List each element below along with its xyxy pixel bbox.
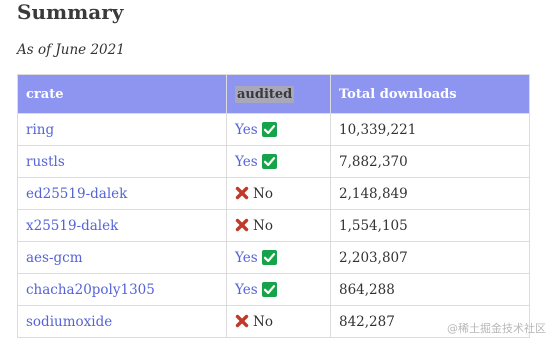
cell-downloads: 2,148,849: [330, 177, 530, 210]
table-row: chacha20poly1305 Yes 864,288: [17, 273, 530, 306]
column-header-label: Total downloads: [339, 86, 457, 102]
cross-mark-icon: [235, 218, 249, 232]
audited-label: No: [253, 313, 273, 330]
cell-crate: x25519-dalek: [17, 209, 227, 242]
table-row: rustls Yes 7,882,370: [17, 145, 530, 178]
table-body: ring Yes 10,339,221 rustls Yes 7,882,370 ed255…: [17, 113, 530, 338]
audited-label: No: [253, 185, 273, 202]
table-row: aes-gcm Yes 2,203,807: [17, 241, 530, 274]
crate-link[interactable]: ring: [26, 122, 54, 138]
crate-link[interactable]: chacha20poly1305: [26, 282, 155, 298]
check-mark-icon: [261, 121, 277, 137]
cell-crate: ring: [17, 113, 227, 146]
watermark: @稀土掘金技术社区: [447, 322, 546, 335]
audited-label: Yes: [235, 121, 258, 138]
page-subtitle: As of June 2021: [17, 42, 125, 58]
cell-downloads: 2,203,807: [330, 241, 530, 274]
cross-mark-icon: [235, 186, 249, 200]
cell-audited: No: [226, 209, 331, 242]
column-header-audited: audited: [226, 74, 331, 114]
table-row: ed25519-dalek No 2,148,849: [17, 177, 530, 210]
cell-crate: ed25519-dalek: [17, 177, 227, 210]
cell-crate: sodiumoxide: [17, 305, 227, 338]
cell-audited: Yes: [226, 273, 331, 306]
cell-audited: No: [226, 177, 331, 210]
cell-downloads: 7,882,370: [330, 145, 530, 178]
cell-audited: Yes: [226, 145, 331, 178]
check-mark-icon: [261, 281, 277, 297]
table-row: ring Yes 10,339,221: [17, 113, 530, 146]
cell-downloads: 864,288: [330, 273, 530, 306]
crate-link[interactable]: ed25519-dalek: [26, 186, 127, 202]
cell-audited: Yes: [226, 113, 331, 146]
crate-link[interactable]: rustls: [26, 154, 65, 170]
cell-downloads: 1,554,105: [330, 209, 530, 242]
crate-link[interactable]: aes-gcm: [26, 250, 83, 266]
column-header-crate: crate: [17, 74, 227, 114]
cell-audited: Yes: [226, 241, 331, 274]
audited-label: Yes: [235, 281, 258, 298]
page: Summary As of June 2021 crate audited To…: [0, 0, 554, 346]
column-header-label: audited: [235, 85, 295, 103]
check-mark-icon: [261, 153, 277, 169]
crates-table: crate audited Total downloads ring Yes 10,…: [17, 74, 530, 338]
cross-mark-icon: [235, 314, 249, 328]
audited-label: No: [253, 217, 273, 234]
cell-crate: rustls: [17, 145, 227, 178]
audited-label: Yes: [235, 153, 258, 170]
crate-link[interactable]: sodiumoxide: [26, 314, 112, 330]
cell-audited: No: [226, 305, 331, 338]
table-row: x25519-dalek No 1,554,105: [17, 209, 530, 242]
audited-label: Yes: [235, 249, 258, 266]
table-header-row: crate audited Total downloads: [17, 74, 530, 114]
column-header-label: crate: [26, 86, 64, 102]
check-mark-icon: [261, 249, 277, 265]
cell-downloads: 10,339,221: [330, 113, 530, 146]
column-header-downloads: Total downloads: [330, 74, 530, 114]
crate-link[interactable]: x25519-dalek: [26, 218, 118, 234]
cell-crate: aes-gcm: [17, 241, 227, 274]
page-title: Summary: [17, 0, 124, 24]
cell-crate: chacha20poly1305: [17, 273, 227, 306]
